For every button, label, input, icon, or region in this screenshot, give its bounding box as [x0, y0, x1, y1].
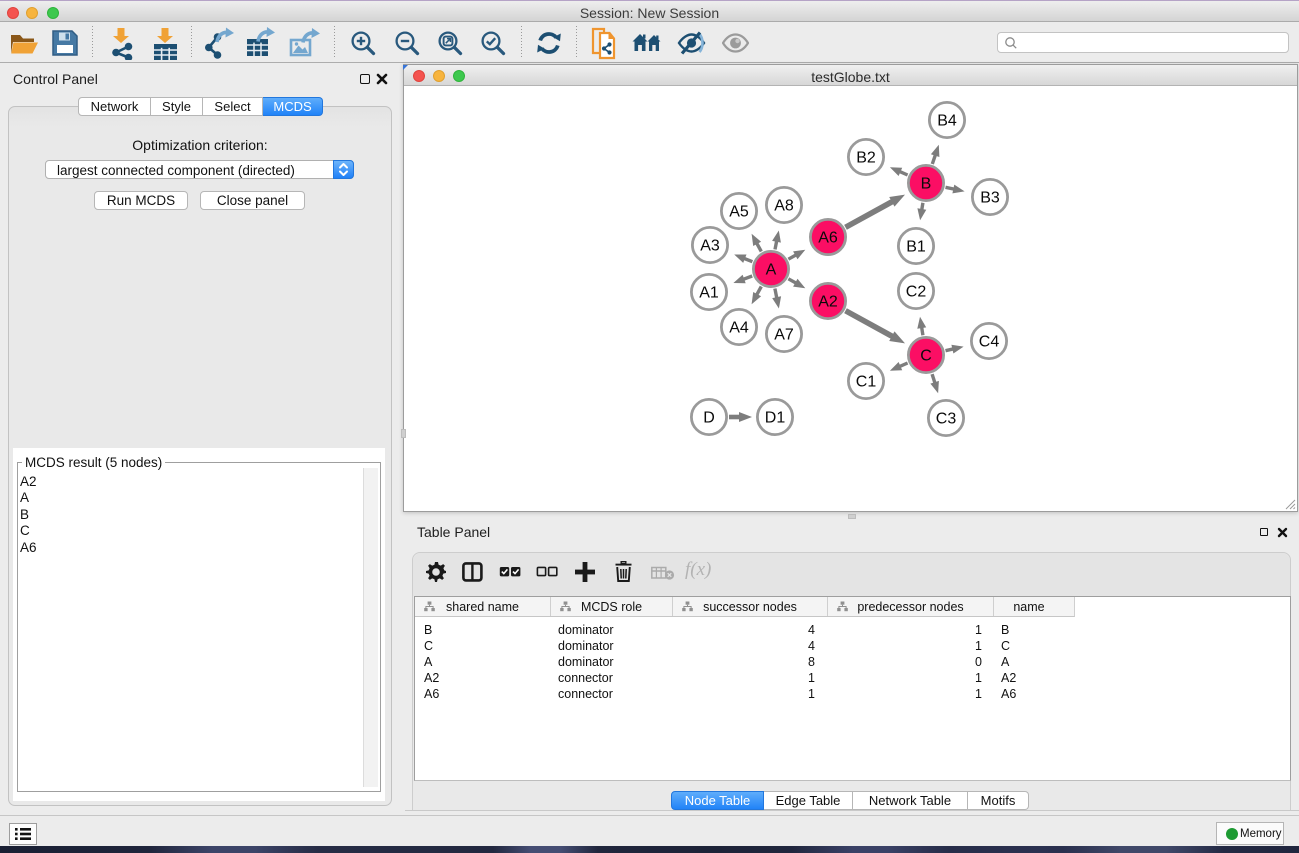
svg-text:B3: B3	[980, 190, 1000, 207]
svg-text:B1: B1	[906, 239, 926, 256]
svg-text:A1: A1	[699, 285, 719, 302]
svg-text:C4: C4	[979, 334, 1000, 351]
svg-text:A7: A7	[774, 327, 794, 344]
svg-text:B4: B4	[937, 113, 957, 130]
svg-text:D1: D1	[765, 410, 786, 427]
svg-text:B2: B2	[856, 150, 876, 167]
svg-text:A4: A4	[729, 320, 749, 337]
svg-text:C2: C2	[906, 284, 927, 301]
svg-text:A: A	[766, 262, 777, 279]
svg-text:A2: A2	[818, 294, 838, 311]
svg-text:A3: A3	[700, 238, 720, 255]
svg-text:D: D	[703, 410, 715, 427]
svg-text:B: B	[921, 176, 932, 193]
svg-text:C3: C3	[936, 411, 957, 428]
svg-text:C: C	[920, 348, 932, 365]
svg-text:A5: A5	[729, 204, 749, 221]
svg-text:A8: A8	[774, 198, 794, 215]
svg-text:A6: A6	[818, 230, 838, 247]
svg-text:C1: C1	[856, 374, 877, 391]
